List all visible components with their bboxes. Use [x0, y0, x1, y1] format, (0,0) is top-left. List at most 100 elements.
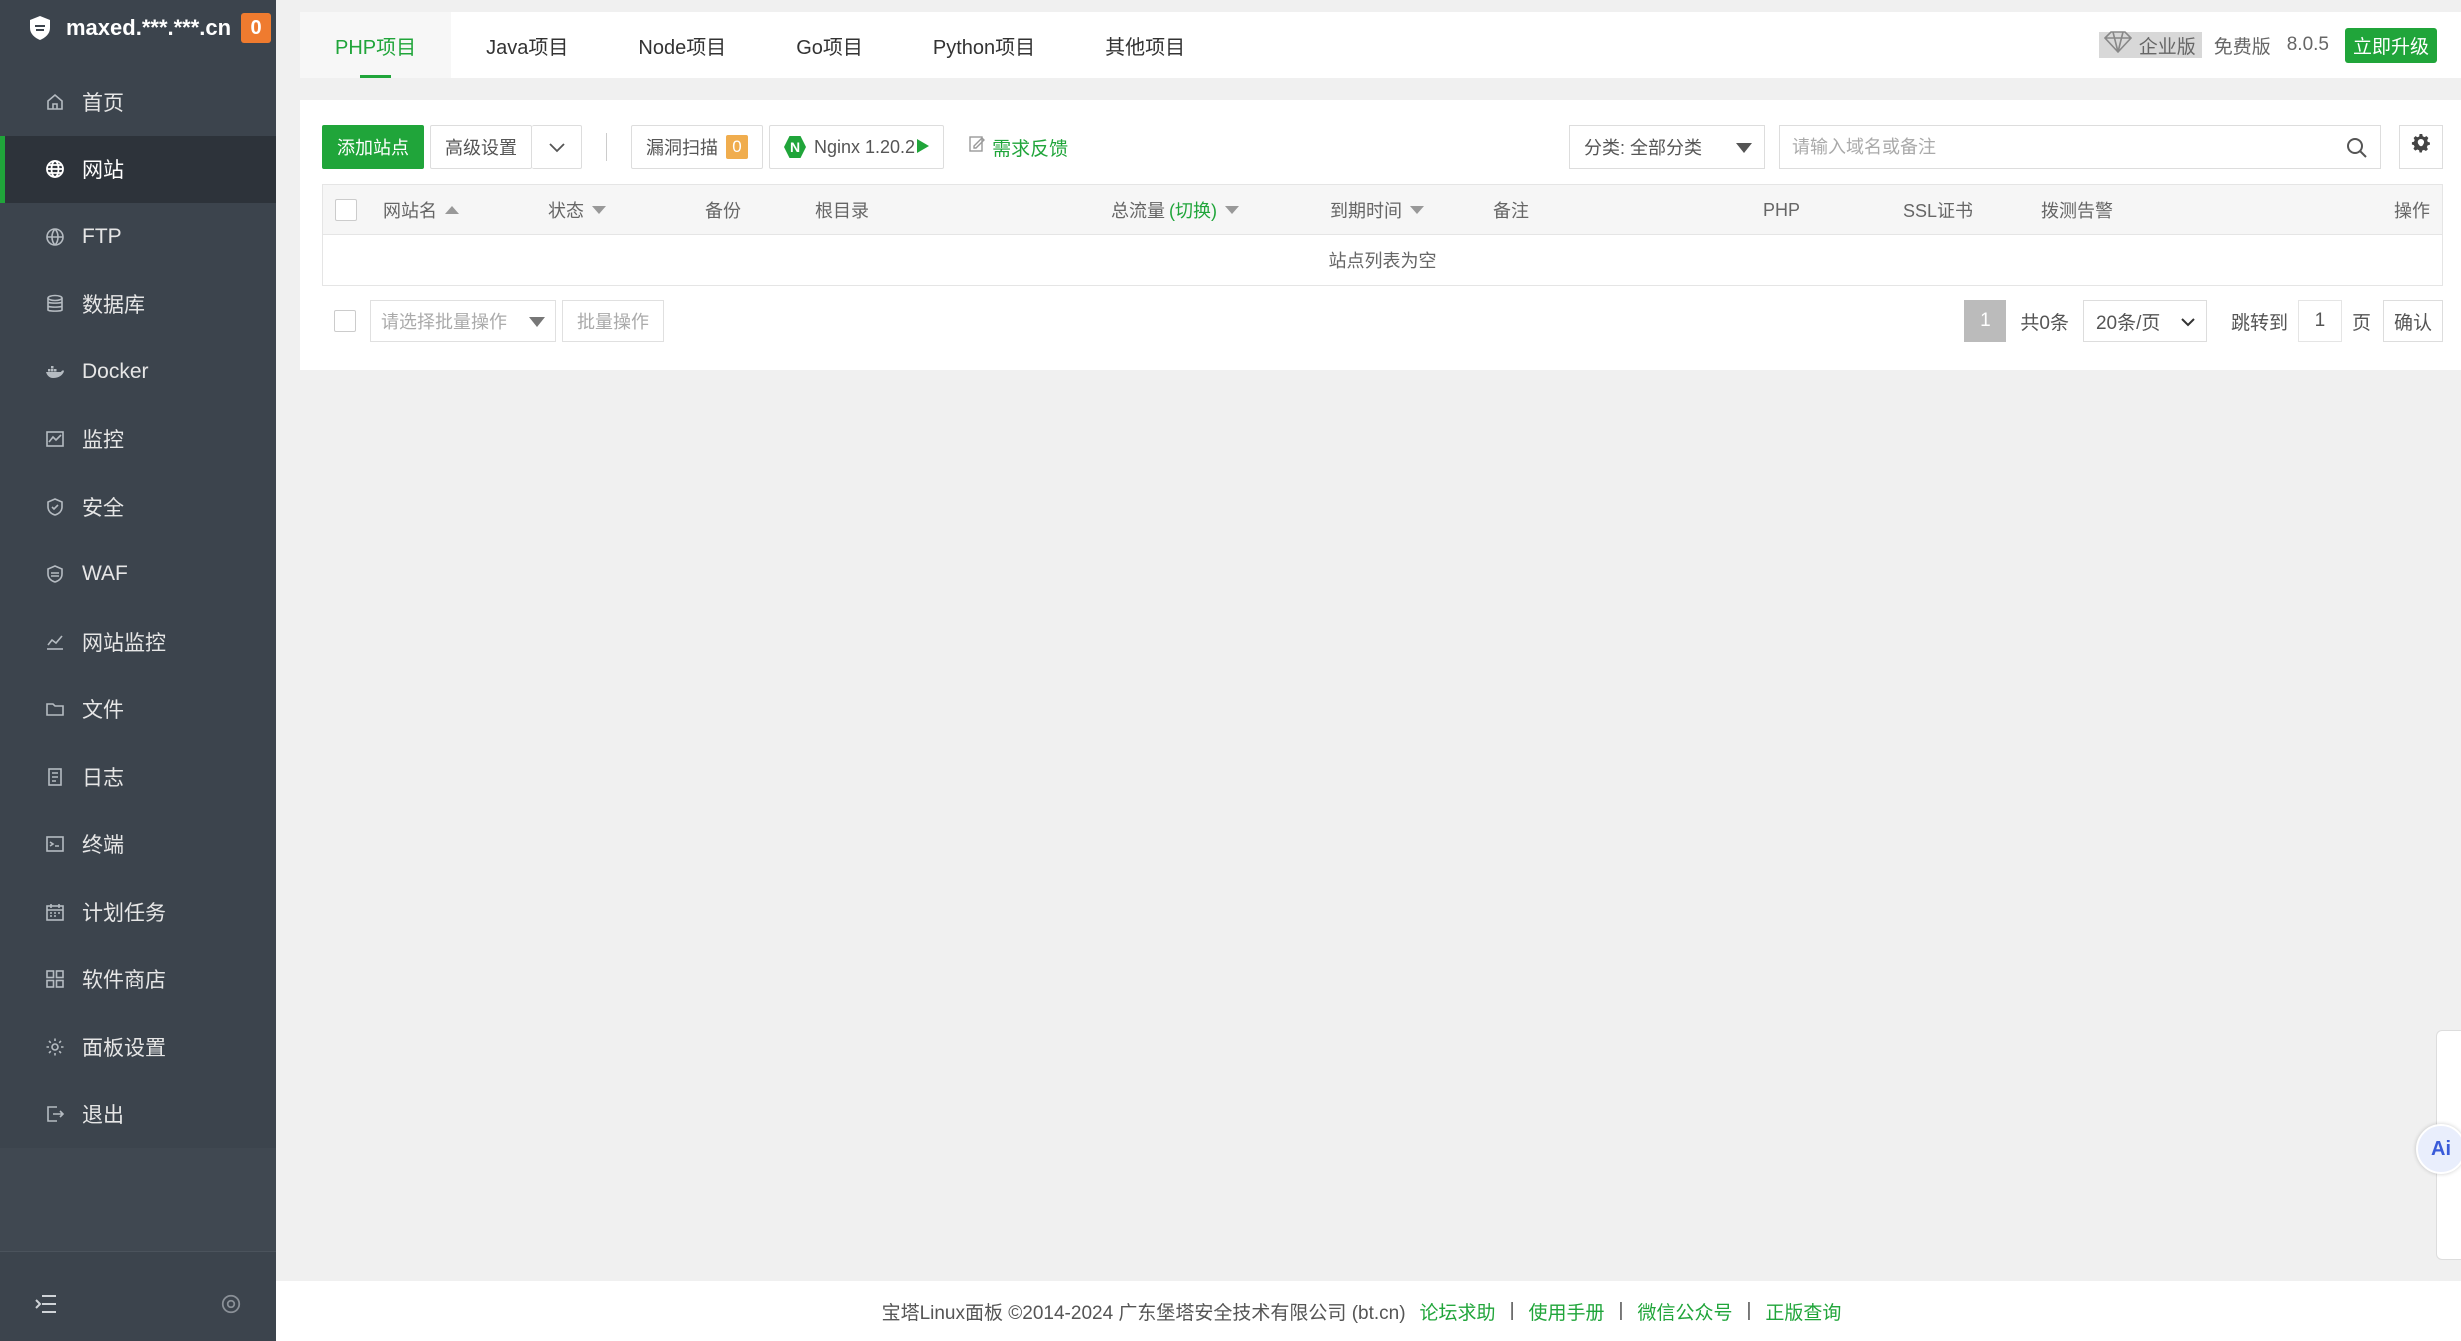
batch-and-pager: 请选择批量操作 批量操作 1 共0条 20条/页 跳转到 1 页 确认 — [322, 298, 2443, 344]
globe-icon — [44, 158, 66, 180]
sidebar: maxed.***.***.cn 0 首页 网站 FTP 数据库 Docker … — [0, 0, 276, 1341]
logout-icon — [44, 1103, 66, 1125]
select-all-checkbox[interactable] — [335, 185, 357, 235]
tab-java[interactable]: Java项目 — [451, 12, 603, 78]
page-size-select[interactable]: 20条/页 — [2082, 300, 2207, 342]
sidebar-item-app-store[interactable]: 软件商店 — [0, 946, 276, 1014]
add-site-button[interactable]: 添加站点 — [322, 125, 424, 169]
notification-badge[interactable]: 0 — [241, 13, 272, 43]
ai-assistant-button[interactable]: Ai — [2416, 1124, 2461, 1174]
pagination: 1 共0条 20条/页 跳转到 1 页 确认 — [1964, 300, 2443, 342]
col-status[interactable]: 状态 — [548, 185, 606, 235]
nginx-button[interactable]: N Nginx 1.20.2 — [769, 125, 945, 169]
sidebar-item-waf[interactable]: WAF — [0, 541, 276, 609]
sidebar-item-logs[interactable]: 日志 — [0, 743, 276, 811]
table-settings-button[interactable] — [2399, 125, 2443, 169]
sidebar-item-terminal[interactable]: 终端 — [0, 811, 276, 879]
sidebar-item-website[interactable]: 网站 — [0, 135, 276, 203]
goto-label: 跳转到 — [2230, 312, 2288, 334]
footer-link-forum[interactable]: 论坛求助 — [1420, 1298, 1496, 1325]
version-label[interactable]: 8.0.5 — [2287, 34, 2329, 56]
category-value: 分类: 全部分类 — [1584, 138, 1703, 158]
goto-confirm-button[interactable]: 确认 — [2382, 300, 2443, 342]
vuln-scan-button[interactable]: 漏洞扫描 0 — [631, 125, 763, 169]
col-ssl: SSL证书 — [1903, 185, 1973, 235]
waf-shield-icon — [44, 563, 66, 585]
sort-desc-icon — [1225, 206, 1239, 214]
col-traffic[interactable]: 总流量 (切换) — [1111, 185, 1239, 235]
category-select[interactable]: 分类: 全部分类 — [1569, 125, 1765, 169]
sidebar-item-label: 数据库 — [82, 294, 145, 318]
search-input[interactable] — [1780, 126, 2380, 168]
batch-action-select[interactable]: 请选择批量操作 — [370, 300, 556, 342]
enterprise-label: 企业版 — [2138, 36, 2196, 58]
chevron-down-icon — [548, 137, 565, 158]
sidebar-item-label: 网站 — [82, 159, 124, 183]
sidebar-item-docker[interactable]: Docker — [0, 338, 276, 406]
col-label: SSL证书 — [1903, 201, 1974, 221]
theme-settings-icon[interactable] — [220, 1293, 242, 1321]
sidebar-item-label: 日志 — [82, 766, 124, 790]
feedback-label: 需求反馈 — [992, 138, 1069, 160]
batch-select-checkbox[interactable] — [334, 310, 356, 332]
sidebar-item-logout[interactable]: 退出 — [0, 1081, 276, 1149]
page-current[interactable]: 1 — [1964, 300, 2007, 342]
docker-icon — [44, 361, 66, 383]
col-site-name[interactable]: 网站名 — [383, 185, 459, 235]
page-footer: 宝塔Linux面板 ©2014-2024 广东堡塔安全技术有限公司 (bt.cn… — [276, 1281, 2461, 1341]
sidebar-item-label: FTP — [82, 224, 122, 248]
toolbar-divider — [606, 133, 607, 161]
log-icon — [44, 766, 66, 788]
col-backup: 备份 — [705, 185, 741, 235]
home-icon — [44, 91, 66, 113]
col-root: 根目录 — [815, 185, 869, 235]
diamond-icon — [2103, 30, 2133, 60]
tab-go[interactable]: Go项目 — [761, 12, 898, 78]
tab-php[interactable]: PHP项目 — [300, 12, 452, 78]
apps-icon — [44, 968, 66, 990]
sidebar-item-database[interactable]: 数据库 — [0, 271, 276, 339]
col-action: 操作 — [2394, 185, 2430, 235]
enterprise-edition-link[interactable]: 企业版 — [2098, 30, 2202, 60]
page-unit-label: 页 — [2351, 312, 2371, 334]
search-icon[interactable] — [2346, 137, 2368, 165]
col-label: PHP — [1763, 199, 1801, 220]
collapse-menu-icon[interactable] — [34, 1293, 58, 1321]
advanced-dropdown-button[interactable] — [532, 125, 582, 169]
sidebar-item-site-monitor[interactable]: 网站监控 — [0, 608, 276, 676]
goto-page-input[interactable]: 1 — [2297, 300, 2342, 342]
sidebar-item-label: 文件 — [82, 699, 124, 723]
tab-python[interactable]: Python项目 — [898, 12, 1070, 78]
host-name[interactable]: maxed.***.***.cn — [66, 15, 231, 41]
sidebar-item-home[interactable]: 首页 — [0, 68, 276, 136]
footer-link-wechat[interactable]: 微信公众号 — [1637, 1298, 1732, 1325]
caret-down-icon — [1736, 143, 1752, 153]
tab-node[interactable]: Node项目 — [603, 12, 761, 78]
footer-link-manual[interactable]: 使用手册 — [1529, 1298, 1605, 1325]
sidebar-item-security[interactable]: 安全 — [0, 473, 276, 541]
sidebar-item-label: 面板设置 — [82, 1036, 166, 1060]
batch-action-button[interactable]: 批量操作 — [562, 300, 664, 342]
sidebar-item-monitor[interactable]: 监控 — [0, 406, 276, 474]
col-expire[interactable]: 到期时间 — [1330, 185, 1424, 235]
sidebar-footer — [0, 1251, 276, 1341]
empty-message: 站点列表为空 — [1328, 251, 1437, 271]
feedback-link[interactable]: 需求反馈 — [968, 134, 1068, 161]
chart-line-icon — [44, 631, 66, 653]
traffic-switch-link[interactable]: (切换) — [1169, 197, 1217, 223]
upgrade-button[interactable]: 立即升级 — [2344, 27, 2437, 63]
vuln-count-badge: 0 — [726, 135, 748, 159]
sidebar-item-panel-settings[interactable]: 面板设置 — [0, 1013, 276, 1081]
tab-other[interactable]: 其他项目 — [1070, 12, 1220, 78]
search-box — [1779, 125, 2381, 169]
page-size-value: 20条/页 — [2095, 312, 2161, 334]
footer-link-license[interactable]: 正版查询 — [1765, 1298, 1841, 1325]
checkbox[interactable] — [335, 199, 357, 221]
sidebar-item-cron[interactable]: 计划任务 — [0, 878, 276, 946]
sidebar-item-ftp[interactable]: FTP — [0, 203, 276, 271]
col-label: 网站名 — [383, 201, 437, 221]
advanced-settings-button[interactable]: 高级设置 — [430, 125, 532, 169]
sort-asc-icon — [445, 206, 459, 214]
sidebar-item-files[interactable]: 文件 — [0, 676, 276, 744]
sort-desc-icon — [592, 206, 606, 214]
